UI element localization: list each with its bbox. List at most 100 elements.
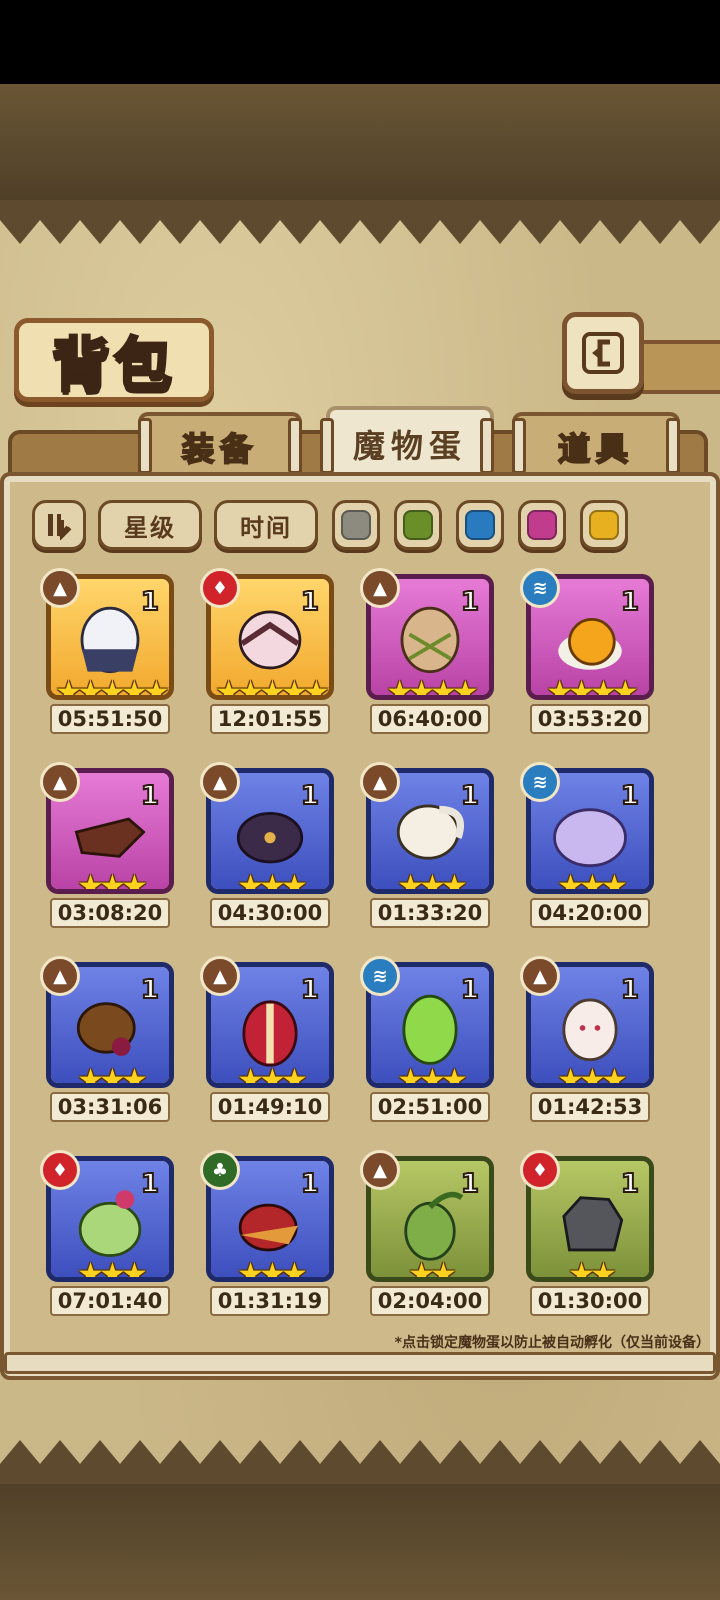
egg-count: 1 <box>300 586 320 618</box>
egg-slot[interactable]: 1 ★★★ ≋ 02:51:00 <box>360 956 500 1126</box>
egg-count: 1 <box>460 1168 480 1200</box>
element-glyph: ♦ <box>531 1159 549 1181</box>
filter-color-gray[interactable] <box>332 500 380 550</box>
back-button[interactable] <box>562 312 644 394</box>
map-strip-top <box>0 84 720 202</box>
page-title: 背包 <box>50 330 176 401</box>
hatch-timer: 02:04:00 <box>370 1286 490 1316</box>
egg-count: 1 <box>300 974 320 1006</box>
egg-slot[interactable]: 1 ★★ ▲ 02:04:00 <box>360 1150 500 1320</box>
star-rating: ★★★ <box>77 869 148 894</box>
egg-slot[interactable]: 1 ★★ ♦ 01:30:00 <box>520 1150 660 1320</box>
hatch-timer: 06:40:00 <box>370 704 490 734</box>
tab-items[interactable]: 道具 <box>512 412 680 478</box>
swatch-fill <box>465 510 495 540</box>
earth-element-icon: ▲ <box>40 762 80 802</box>
earth-element-icon: ▲ <box>360 568 400 608</box>
filter-time-label: 时间 <box>240 513 292 542</box>
tab-post <box>512 418 526 474</box>
earth-element-icon: ▲ <box>520 956 560 996</box>
hatch-timer: 03:53:20 <box>530 704 650 734</box>
tab-post <box>288 418 302 474</box>
egg-count: 1 <box>620 586 640 618</box>
egg-slot[interactable]: 1 ★★★★★ ♦ 12:01:55 <box>200 568 340 738</box>
egg-count: 1 <box>620 974 640 1006</box>
earth-element-icon: ▲ <box>40 568 80 608</box>
egg-slot[interactable]: 1 ★★★★ ▲ 06:40:00 <box>360 568 500 738</box>
hatch-timer: 12:01:55 <box>210 704 330 734</box>
star-rating: ★★★ <box>237 869 308 894</box>
status-bar <box>0 0 720 84</box>
star-rating: ★★★★★ <box>55 675 169 700</box>
back-arrow-icon <box>582 332 624 374</box>
tab-equipment[interactable]: 装备 <box>138 412 302 478</box>
egg-slot[interactable]: 1 ★★★ ▲ 01:33:20 <box>360 762 500 932</box>
hatch-timer: 03:08:20 <box>50 898 170 928</box>
element-glyph: ▲ <box>373 771 387 793</box>
hatch-timer: 02:51:00 <box>370 1092 490 1122</box>
egg-count: 1 <box>140 1168 160 1200</box>
egg-count: 1 <box>460 586 480 618</box>
tab-post <box>320 418 334 474</box>
earth-element-icon: ▲ <box>40 956 80 996</box>
water-element-icon: ≋ <box>520 568 560 608</box>
fire-element-icon: ♦ <box>520 1150 560 1190</box>
element-glyph: ♣ <box>211 1159 229 1181</box>
egg-slot[interactable]: 1 ★★★★ ≋ 03:53:20 <box>520 568 660 738</box>
earth-element-icon: ▲ <box>200 762 240 802</box>
egg-slot[interactable]: 1 ★★★★★ ▲ 05:51:50 <box>40 568 180 738</box>
egg-count: 1 <box>460 780 480 812</box>
egg-count: 1 <box>620 1168 640 1200</box>
tab-label: 魔物蛋 <box>352 427 467 465</box>
tab-label: 装备 <box>181 429 258 469</box>
swatch-fill <box>527 510 557 540</box>
element-glyph: ♦ <box>211 577 229 599</box>
swatch-fill <box>403 510 433 540</box>
hatch-timer: 01:49:10 <box>210 1092 330 1122</box>
filter-time-button[interactable]: 时间 <box>214 500 318 550</box>
filter-color-gold[interactable] <box>580 500 628 550</box>
egg-slot[interactable]: 1 ★★★ ▲ 01:42:53 <box>520 956 660 1126</box>
egg-count: 1 <box>300 780 320 812</box>
tab-monster-eggs[interactable]: 魔物蛋 <box>326 406 494 478</box>
element-glyph: ▲ <box>373 577 387 599</box>
filter-color-blue[interactable] <box>456 500 504 550</box>
star-rating: ★★★ <box>557 869 628 894</box>
element-glyph: ≋ <box>532 577 548 599</box>
egg-slot[interactable]: 1 ★★★ ▲ 03:08:20 <box>40 762 180 932</box>
filter-star-button[interactable]: 星级 <box>98 500 202 550</box>
map-strip-bottom <box>0 1478 720 1600</box>
egg-slot[interactable]: 1 ★★★ ▲ 03:31:06 <box>40 956 180 1126</box>
egg-count: 1 <box>620 780 640 812</box>
element-glyph: ≋ <box>372 965 388 987</box>
star-rating: ★★★ <box>397 869 468 894</box>
element-glyph: ▲ <box>213 965 227 987</box>
element-glyph: ▲ <box>53 965 67 987</box>
star-rating: ★★★ <box>557 1063 628 1088</box>
hatch-timer: 01:33:20 <box>370 898 490 928</box>
wood-element-icon: ♣ <box>200 1150 240 1190</box>
filter-color-purple[interactable] <box>518 500 566 550</box>
egg-slot[interactable]: 1 ★★★ ♣ 01:31:19 <box>200 1150 340 1320</box>
hatch-timer: 07:01:40 <box>50 1286 170 1316</box>
tab-post <box>666 418 680 474</box>
filter-color-green[interactable] <box>394 500 442 550</box>
element-glyph: ▲ <box>213 771 227 793</box>
element-glyph: ▲ <box>53 771 67 793</box>
egg-slot[interactable]: 1 ★★★ ≋ 04:20:00 <box>520 762 660 932</box>
sort-toggle-button[interactable] <box>32 500 86 550</box>
swatch-fill <box>341 510 371 540</box>
egg-slot[interactable]: 1 ★★★ ▲ 01:49:10 <box>200 956 340 1126</box>
star-rating: ★★★★★ <box>215 675 329 700</box>
element-glyph: ▲ <box>373 1159 387 1181</box>
tab-post <box>480 418 494 474</box>
earth-element-icon: ▲ <box>360 1150 400 1190</box>
egg-slot[interactable]: 1 ★★★ ♦ 07:01:40 <box>40 1150 180 1320</box>
footnote: *点击锁定魔物蛋以防止被自动孵化（仅当前设备） <box>394 1335 710 1351</box>
element-glyph: ▲ <box>533 965 547 987</box>
hatch-timer: 01:31:19 <box>210 1286 330 1316</box>
egg-slot[interactable]: 1 ★★★ ▲ 04:30:00 <box>200 762 340 932</box>
fire-element-icon: ♦ <box>200 568 240 608</box>
egg-count: 1 <box>300 1168 320 1200</box>
swatch-fill <box>589 510 619 540</box>
